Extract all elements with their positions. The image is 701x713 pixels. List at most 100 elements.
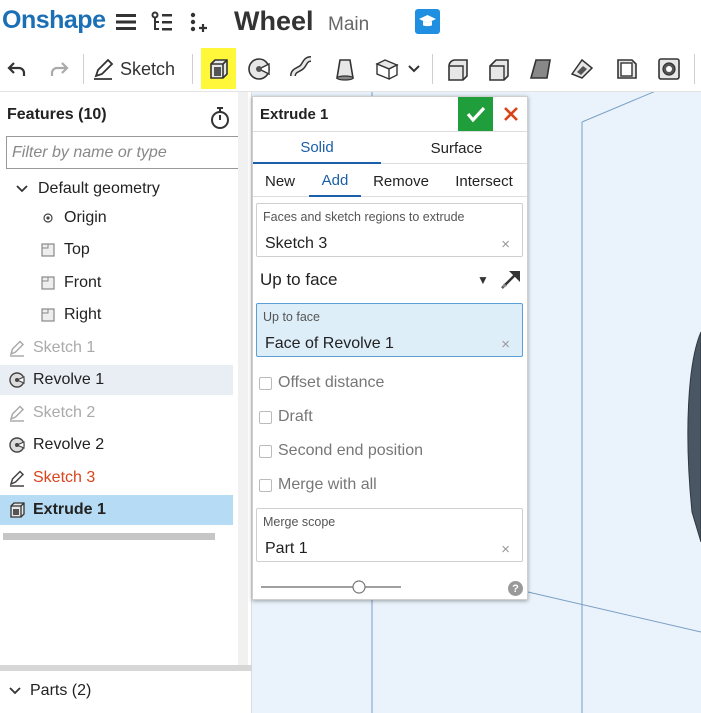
dialog-title[interactable]: Extrude 1 [260,106,328,123]
hole-icon[interactable] [654,54,684,84]
tree-item-label: Right [64,306,102,323]
checkbox-box[interactable] [259,410,272,424]
panel-resize-handle[interactable] [0,665,252,671]
draft-icon[interactable] [526,54,556,84]
tab-remove[interactable]: Remove [365,165,437,197]
pencil-icon [94,58,114,80]
tree-item-label: Revolve 2 [33,436,105,453]
menu-icon[interactable] [114,10,138,34]
faces-to-extrude-field[interactable]: Faces and sketch regions to extrude Sket… [256,203,523,257]
tree-item-sketch-1[interactable]: Sketch 1 [0,333,233,363]
toolbar-divider [694,54,695,84]
sweep-icon[interactable] [287,54,317,84]
tree-item-sketch-2[interactable]: Sketch 2 [0,398,233,428]
feature-list-icon[interactable] [150,10,174,34]
feature-filter-input[interactable]: Filter by name or type [6,136,240,169]
revolve-icon [7,370,27,390]
end-type-select[interactable]: Up to face [260,270,338,290]
tab-new[interactable]: New [253,165,307,197]
tab-solid[interactable]: Solid [253,132,381,164]
tree-item-sketch-3[interactable]: Sketch 3 [0,463,233,493]
rollback-timer-icon[interactable] [209,106,231,130]
accept-button[interactable] [458,97,493,131]
tree-item-label: Extrude 1 [33,501,106,518]
chevron-down-icon[interactable] [404,54,424,84]
sketch-icon [7,338,27,358]
field-label: Merge scope [263,515,336,529]
extrude-icon[interactable] [204,54,234,84]
clear-selection-icon[interactable]: × [501,236,510,253]
tab-intersect[interactable]: Intersect [445,165,523,197]
merge-scope-field[interactable]: Merge scope Part 1 × [256,508,523,562]
tree-item-revolve-2[interactable]: Revolve 2 [0,430,233,460]
draft-checkbox[interactable]: Draft [259,406,313,428]
loft-icon[interactable] [330,54,360,84]
thicken-icon[interactable] [372,54,402,84]
checkbox-box[interactable] [259,444,272,458]
tab-add[interactable]: Add [309,165,361,197]
tree-item-extrude-1[interactable]: Extrude 1 [0,495,233,525]
tree-item-right-plane[interactable]: Right [38,300,233,330]
feature-toolbar: Sketch [0,46,701,92]
checkbox-label: Merge with all [278,476,377,493]
redo-icon[interactable] [44,54,74,84]
clear-selection-icon[interactable]: × [501,336,510,353]
cancel-button[interactable] [496,97,526,131]
horizontal-scrollbar[interactable] [3,533,215,540]
undo-icon[interactable] [2,54,32,84]
tree-item-default-geometry[interactable]: Default geometry [12,174,233,204]
sketch-label: Sketch [120,58,176,79]
dropdown-caret-icon[interactable]: ▼ [477,273,489,287]
rib-icon[interactable] [567,54,597,84]
document-title[interactable]: Wheel [234,6,314,37]
tree-item-label: Sketch 2 [33,404,96,421]
parts-section-header[interactable]: Parts (2) [8,682,91,700]
tree-item-label: Sketch 1 [33,339,96,356]
body-type-tabs: Solid Surface [253,132,527,164]
tree-item-front-plane[interactable]: Front [38,268,233,298]
merge-with-all-checkbox[interactable]: Merge with all [259,474,377,496]
preview-slider[interactable] [259,579,403,595]
vertical-scrollbar-track[interactable] [238,92,248,665]
checkbox-label: Second end position [278,442,423,459]
extrude-dialog: Extrude 1 Solid Surface New Add Remove I… [252,96,528,600]
clear-selection-icon[interactable]: × [501,541,510,558]
up-to-face-field[interactable]: Up to face Face of Revolve 1 × [256,303,523,357]
close-icon [504,107,518,121]
features-header: Features (10) [7,106,107,123]
field-value: Face of Revolve 1 [265,335,394,352]
sketch-icon [7,468,27,488]
sketch-icon [7,403,27,423]
variables-icon[interactable] [188,10,212,34]
chamfer-icon[interactable] [484,54,514,84]
tree-item-origin[interactable]: Origin [38,203,233,233]
checkbox-box[interactable] [259,376,272,390]
offset-distance-checkbox[interactable]: Offset distance [259,372,384,394]
help-icon[interactable]: ? [508,581,523,596]
tree-item-label: Front [64,274,102,291]
field-value: Sketch 3 [265,235,328,252]
slider-handle [352,580,366,594]
revolve-icon [7,435,27,455]
second-end-position-checkbox[interactable]: Second end position [259,440,423,462]
app-header: Onshape Wheel Main [0,0,701,46]
sketch-button[interactable]: Sketch [92,54,175,84]
flip-direction-icon[interactable] [499,267,523,291]
tree-item-revolve-1[interactable]: Revolve 1 [0,365,233,395]
field-label: Faces and sketch regions to extrude [263,210,465,224]
revolve-icon[interactable] [244,54,274,84]
field-value: Part 1 [265,540,308,557]
chevron-down-icon[interactable] [12,179,32,199]
checkmark-icon [466,106,485,123]
checkbox-box[interactable] [259,478,272,492]
fillet-icon[interactable] [443,54,473,84]
tab-surface[interactable]: Surface [386,132,527,164]
tree-item-top-plane[interactable]: Top [38,235,233,265]
extrude-icon [7,500,27,520]
plane-icon [38,240,58,260]
chevron-down-icon[interactable] [8,684,22,698]
shell-icon[interactable] [612,54,642,84]
onshape-logo[interactable]: Onshape [2,6,106,35]
workspace-name[interactable]: Main [328,14,369,36]
learning-center-icon[interactable] [415,9,440,34]
